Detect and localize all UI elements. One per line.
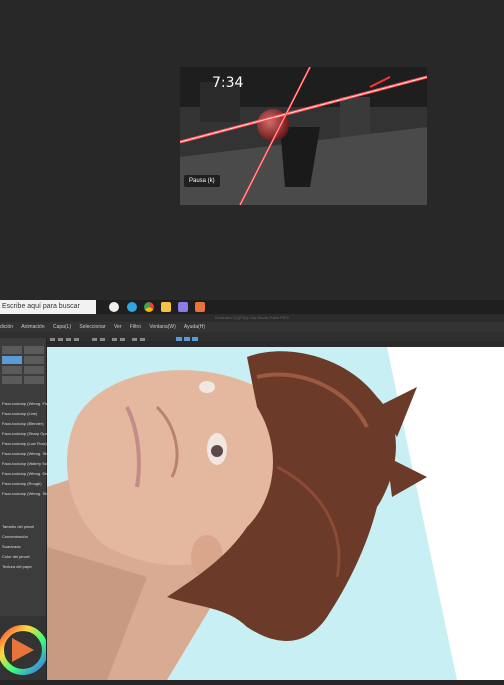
subtool-grid[interactable] bbox=[0, 338, 46, 388]
color-wheel-icon[interactable] bbox=[0, 616, 48, 680]
clip-studio-window: Illustration [1](Flip)-Clip Studio Paint… bbox=[0, 314, 504, 680]
menu-help[interactable]: Ayuda(H) bbox=[184, 324, 205, 330]
brush-item[interactable]: Faux-lockdop (Wbrng. Deep) bbox=[2, 470, 53, 477]
tool-property-row[interactable]: Textura del papel bbox=[2, 563, 32, 570]
tool-property-row[interactable]: Concentración bbox=[2, 533, 28, 540]
telegram-icon[interactable] bbox=[127, 302, 137, 312]
menu-window[interactable]: Ventana(W) bbox=[149, 324, 175, 330]
brush-item[interactable]: Faux-lockdop (Low Flow) bbox=[2, 440, 47, 447]
drawing-canvas[interactable] bbox=[47, 347, 504, 680]
clip-studio-icon[interactable] bbox=[195, 302, 205, 312]
window-title: Illustration [1](Flip)-Clip Studio Paint… bbox=[0, 314, 504, 322]
video-player[interactable]: 7:34 Pausa (k) bbox=[180, 67, 427, 205]
brush-item[interactable]: Faux-lockdop (Blender) bbox=[2, 420, 44, 427]
menu-view[interactable]: Ver bbox=[114, 324, 122, 330]
menu-layer[interactable]: Capa(L) bbox=[53, 324, 71, 330]
pause-tooltip: Pausa (k) bbox=[184, 175, 220, 187]
taskbar-search-input[interactable]: Escribe aquí para buscar bbox=[0, 300, 96, 314]
chrome-icon[interactable] bbox=[144, 302, 154, 312]
tool-property-row[interactable]: Tamaño del pincel bbox=[2, 523, 34, 530]
menu-select[interactable]: Seleccionar bbox=[79, 324, 105, 330]
menu-edit[interactable]: dición bbox=[0, 324, 13, 330]
taskbar: Escribe aquí para buscar bbox=[0, 300, 504, 314]
tool-property-row[interactable]: Color del pincel bbox=[2, 553, 30, 560]
brush-item[interactable]: Faux-lockdop (Line) bbox=[2, 410, 37, 417]
menu-animation[interactable]: Animación bbox=[21, 324, 44, 330]
brush-item[interactable]: Faux-lockdop (Wbrng. Flat) bbox=[2, 400, 50, 407]
brush-item[interactable]: Faux-lockdop (Watery Soft) bbox=[2, 460, 51, 467]
tool-property-row[interactable]: Suavizado bbox=[2, 543, 21, 550]
menu-bar: dición Animación Capa(L) Seleccionar Ver… bbox=[0, 322, 504, 332]
file-explorer-icon[interactable] bbox=[161, 302, 171, 312]
artwork-illustration bbox=[47, 347, 504, 680]
photos-icon[interactable] bbox=[178, 302, 188, 312]
brush-item[interactable]: Faux-lockdop (Rough) bbox=[2, 480, 42, 487]
color-wheel-panel[interactable] bbox=[0, 616, 48, 680]
menu-filter[interactable]: Filtro bbox=[130, 324, 141, 330]
discord-icon[interactable] bbox=[109, 302, 119, 312]
video-timestamp: 7:34 bbox=[212, 75, 244, 91]
desktop-background: 7:34 Pausa (k) bbox=[0, 0, 504, 300]
